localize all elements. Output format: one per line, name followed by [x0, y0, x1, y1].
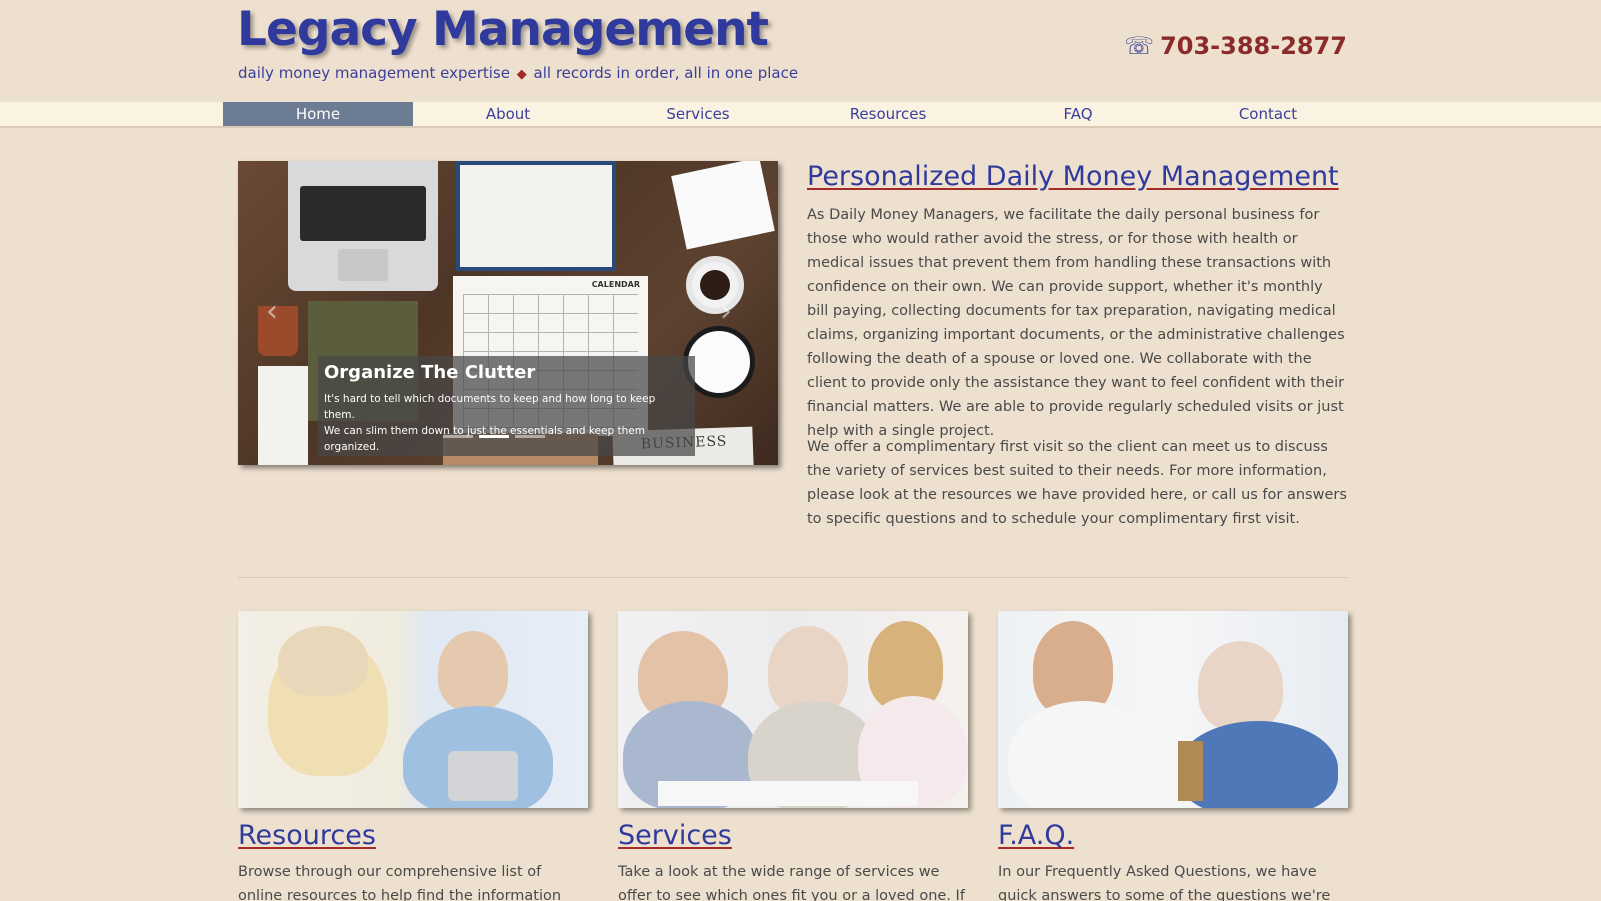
- resources-image[interactable]: [238, 611, 588, 808]
- carousel-indicator-1[interactable]: [443, 435, 473, 438]
- intro-paragraph-2: We offer a complimentary first visit so …: [807, 439, 1347, 527]
- calendar-label: CALENDAR: [591, 280, 640, 289]
- feature-services: Services Take a look at the wide range o…: [618, 611, 968, 901]
- nav-item-contact[interactable]: Contact: [1173, 102, 1363, 126]
- caption-line: It's hard to tell which documents to kee…: [324, 393, 656, 421]
- feature-text-services: Take a look at the wide range of service…: [618, 864, 965, 901]
- caption-text: It's hard to tell which documents to kee…: [324, 391, 689, 455]
- nav-item-home[interactable]: Home: [223, 102, 413, 126]
- section-divider: [238, 577, 1348, 578]
- card-image: [258, 366, 308, 465]
- coffee-cup-image: [686, 256, 744, 314]
- services-image[interactable]: [618, 611, 968, 808]
- caption-title: Organize The Clutter: [324, 362, 536, 383]
- feature-text-resources: Browse through our comprehensive list of…: [238, 864, 562, 901]
- phone-number-text: 703-388-2877: [1160, 32, 1347, 60]
- main-navigation: Home About Services Resources FAQ Contac…: [0, 102, 1601, 128]
- mug-image: [258, 306, 298, 356]
- carousel-indicator-2[interactable]: [479, 435, 509, 438]
- tagline: daily money management expertise ◆ all r…: [238, 64, 798, 82]
- nav-item-services[interactable]: Services: [603, 102, 793, 126]
- tagline-right: all records in order, all in one place: [533, 64, 799, 82]
- phone-number[interactable]: ☏ 703-388-2877: [1124, 32, 1347, 60]
- site-title[interactable]: Legacy Management: [237, 2, 769, 57]
- feature-resources: Resources Browse through our comprehensi…: [238, 611, 588, 901]
- carousel-indicator-3[interactable]: [515, 435, 545, 438]
- planner-image: [456, 161, 616, 271]
- caption-line: We can slim them down to just the essent…: [324, 425, 645, 453]
- feature-text-faq: In our Frequently Asked Questions, we ha…: [998, 864, 1331, 901]
- faq-image[interactable]: [998, 611, 1348, 808]
- nav-list: Home About Services Resources FAQ Contac…: [223, 102, 1363, 126]
- carousel-caption: Organize The Clutter It's hard to tell w…: [318, 356, 695, 456]
- hero-carousel[interactable]: CALENDAR BUSINESS ‹ › Organize The Clutt…: [238, 161, 778, 465]
- feature-heading-resources[interactable]: Resources: [238, 820, 588, 851]
- diamond-icon: ◆: [516, 67, 527, 82]
- intro-heading-link[interactable]: Personalized Daily Money Management: [807, 161, 1339, 192]
- carousel-indicators: [443, 435, 545, 438]
- feature-heading-services[interactable]: Services: [618, 820, 968, 851]
- feature-heading-faq[interactable]: F.A.Q.: [998, 820, 1348, 851]
- nav-item-faq[interactable]: FAQ: [983, 102, 1173, 126]
- carousel-next-icon[interactable]: ›: [720, 297, 732, 327]
- intro-paragraph-1: As Daily Money Managers, we facilitate t…: [807, 207, 1345, 439]
- nav-item-about[interactable]: About: [413, 102, 603, 126]
- laptop-image: [288, 161, 438, 291]
- nav-item-resources[interactable]: Resources: [793, 102, 983, 126]
- tagline-left: daily money management expertise: [238, 64, 510, 82]
- carousel-prev-icon[interactable]: ‹: [266, 297, 278, 327]
- telephone-icon: ☏: [1124, 32, 1155, 60]
- feature-faq: F.A.Q. In our Frequently Asked Questions…: [998, 611, 1348, 901]
- notebook-image: [671, 161, 775, 250]
